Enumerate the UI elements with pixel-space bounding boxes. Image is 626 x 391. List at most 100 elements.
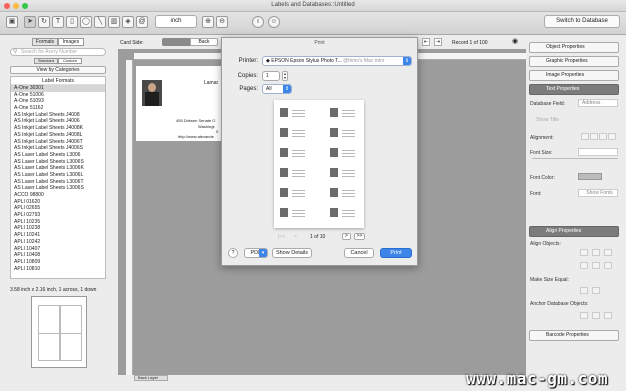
ellipse-tool-icon[interactable]: ◯: [80, 16, 92, 28]
tab-images[interactable]: Images: [58, 38, 84, 46]
at-sign-icon[interactable]: @: [136, 16, 148, 28]
align-right-icon[interactable]: [599, 133, 607, 140]
cancel-button[interactable]: Cancel: [344, 248, 374, 258]
align-justify-icon[interactable]: [608, 133, 616, 140]
align-hleft-icon[interactable]: [580, 262, 588, 269]
align-hcenter-icon[interactable]: [592, 262, 600, 269]
card-city[interactable]: Washingt: [198, 124, 215, 129]
back-layer-tab[interactable]: Back Layer: [134, 375, 168, 381]
card-url[interactable]: http://www.alexande: [178, 134, 214, 139]
switch-to-database-button[interactable]: Switch to Database: [544, 15, 620, 28]
equal-width-icon[interactable]: [580, 287, 588, 294]
prev-page-button[interactable]: <: [294, 234, 297, 240]
font-size-field[interactable]: [578, 148, 618, 156]
list-item[interactable]: APLI 10242: [11, 239, 105, 246]
help-button[interactable]: ?: [228, 248, 238, 258]
rectangle-tool-icon[interactable]: ▯: [66, 16, 78, 28]
card-extra[interactable]: 0: [216, 129, 218, 134]
align-hright-icon[interactable]: [604, 262, 612, 269]
back-segment[interactable]: Back: [190, 38, 218, 46]
rotate-tool-icon[interactable]: ↻: [38, 16, 50, 28]
first-page-button[interactable]: |<<: [278, 234, 285, 240]
unit-field[interactable]: inch: [155, 15, 197, 28]
list-item[interactable]: APLI 02655: [11, 205, 105, 212]
pdf-menu-button[interactable]: PDF ▾: [244, 248, 268, 258]
graphic-properties-button[interactable]: Graphic Properties: [529, 56, 619, 67]
list-item[interactable]: APLI 10407: [11, 246, 105, 253]
info-icon[interactable]: i: [252, 16, 264, 28]
zoom-out-icon[interactable]: ⊖: [216, 16, 228, 28]
list-item[interactable]: APLI 10810: [11, 266, 105, 273]
card-address[interactable]: 455 Dirksen Senate O: [176, 118, 215, 123]
view-by-categories-button[interactable]: View by Categories: [10, 66, 106, 74]
tab-custom[interactable]: Custom: [58, 58, 82, 64]
align-bottom-icon[interactable]: [604, 249, 612, 256]
eye-icon[interactable]: ◉: [512, 37, 518, 45]
anchor-center-icon[interactable]: [592, 312, 600, 319]
object-properties-button[interactable]: Object Properties: [529, 42, 619, 53]
save-icon[interactable]: ▣: [6, 16, 18, 28]
list-item[interactable]: AS Laser Label Sheets L3006: [11, 152, 105, 159]
pointer-tool-icon[interactable]: ➤: [24, 16, 36, 28]
show-details-button[interactable]: Show Details: [272, 248, 312, 258]
tab-standard[interactable]: Standard: [34, 58, 58, 64]
list-item[interactable]: APLI 10241: [11, 232, 105, 239]
list-item[interactable]: A-One 51006: [11, 92, 105, 99]
list-item[interactable]: AS Laser Label Sheets L3006K: [11, 165, 105, 172]
print-button[interactable]: Print: [380, 248, 412, 258]
list-item[interactable]: AS Inkjet Label Sheets J4006: [11, 118, 105, 125]
list-item[interactable]: AS Laser Label Sheets L3006S: [11, 159, 105, 166]
label-formats-list[interactable]: Label Formats A-One 30301 A-One 51006 A-On…: [10, 76, 106, 279]
font-color-swatch[interactable]: [578, 173, 602, 180]
tab-formats[interactable]: Formats: [32, 38, 58, 46]
list-item[interactable]: AS Inkjet Label Sheets J4006S: [11, 145, 105, 152]
barcode-properties-button[interactable]: Barcode Properties: [529, 330, 619, 341]
list-item[interactable]: AS Laser Label Sheets L3006L: [11, 172, 105, 179]
database-field-select[interactable]: Address: [578, 99, 618, 107]
copies-stepper[interactable]: ▴ ▾: [282, 71, 288, 81]
search-input[interactable]: Search for Avery Number: [10, 48, 106, 56]
show-fonts-button[interactable]: Show Fonts: [578, 189, 618, 197]
zoom-in-icon[interactable]: ⊕: [202, 16, 214, 28]
list-item[interactable]: AS Laser Label Sheets L3006S: [11, 185, 105, 192]
list-item[interactable]: APLI 02793: [11, 212, 105, 219]
text-tool-icon[interactable]: T: [52, 16, 64, 28]
card-name[interactable]: Lamar: [204, 80, 218, 86]
list-item[interactable]: ACCO 98800: [11, 192, 105, 199]
list-item[interactable]: AS Laser Label Sheets L3006T: [11, 179, 105, 186]
next-page-button[interactable]: >: [342, 233, 351, 240]
list-item[interactable]: APLI 10809: [11, 259, 105, 266]
align-left-icon[interactable]: [581, 133, 589, 140]
list-item[interactable]: APLI 10238: [11, 225, 105, 232]
list-item[interactable]: APLI 10235: [11, 219, 105, 226]
person-icon[interactable]: ☺: [268, 16, 280, 28]
barcode-tool-icon[interactable]: ▥: [108, 16, 120, 28]
show-title-checkbox[interactable]: Show Title: [536, 117, 559, 123]
list-item[interactable]: AS Inkjet Label Sheets J4006T: [11, 139, 105, 146]
anchor-right-icon[interactable]: [604, 312, 612, 319]
align-properties-button[interactable]: Align Properties: [529, 226, 619, 237]
copies-field[interactable]: 1: [262, 71, 280, 81]
align-top-icon[interactable]: [580, 249, 588, 256]
label-card[interactable]: Lamar 455 Dirksen Senate O Washingt 0 ht…: [136, 66, 224, 141]
align-center-icon[interactable]: [590, 133, 598, 140]
next-record-button[interactable]: ⇥: [434, 38, 442, 46]
printer-select[interactable]: ◆ EPSON Epson Stylus Photo T... @himo's …: [262, 56, 412, 66]
image-properties-button[interactable]: Image Properties: [529, 70, 619, 81]
list-item[interactable]: AS Inkjet Label Sheets J4008K: [11, 125, 105, 132]
list-item[interactable]: A-One 51093: [11, 98, 105, 105]
text-properties-button[interactable]: Text Properties: [529, 84, 619, 95]
fill-tool-icon[interactable]: ◈: [122, 16, 134, 28]
prev-record-button[interactable]: ⇤: [422, 38, 430, 46]
list-item[interactable]: A-One 51162: [11, 105, 105, 112]
font-size-slider[interactable]: [532, 158, 618, 159]
list-item[interactable]: AS Inkjet Label Sheets J4008L: [11, 132, 105, 139]
pages-select[interactable]: All ⇕: [262, 84, 292, 94]
anchor-left-icon[interactable]: [580, 312, 588, 319]
front-segment[interactable]: Front: [162, 38, 190, 46]
list-item[interactable]: APLI 10408: [11, 252, 105, 259]
list-item[interactable]: AS Inkjet Label Sheets J4008: [11, 112, 105, 119]
align-middle-icon[interactable]: [592, 249, 600, 256]
last-page-button[interactable]: >>: [354, 233, 365, 240]
list-item[interactable]: A-One 30301: [11, 85, 105, 92]
